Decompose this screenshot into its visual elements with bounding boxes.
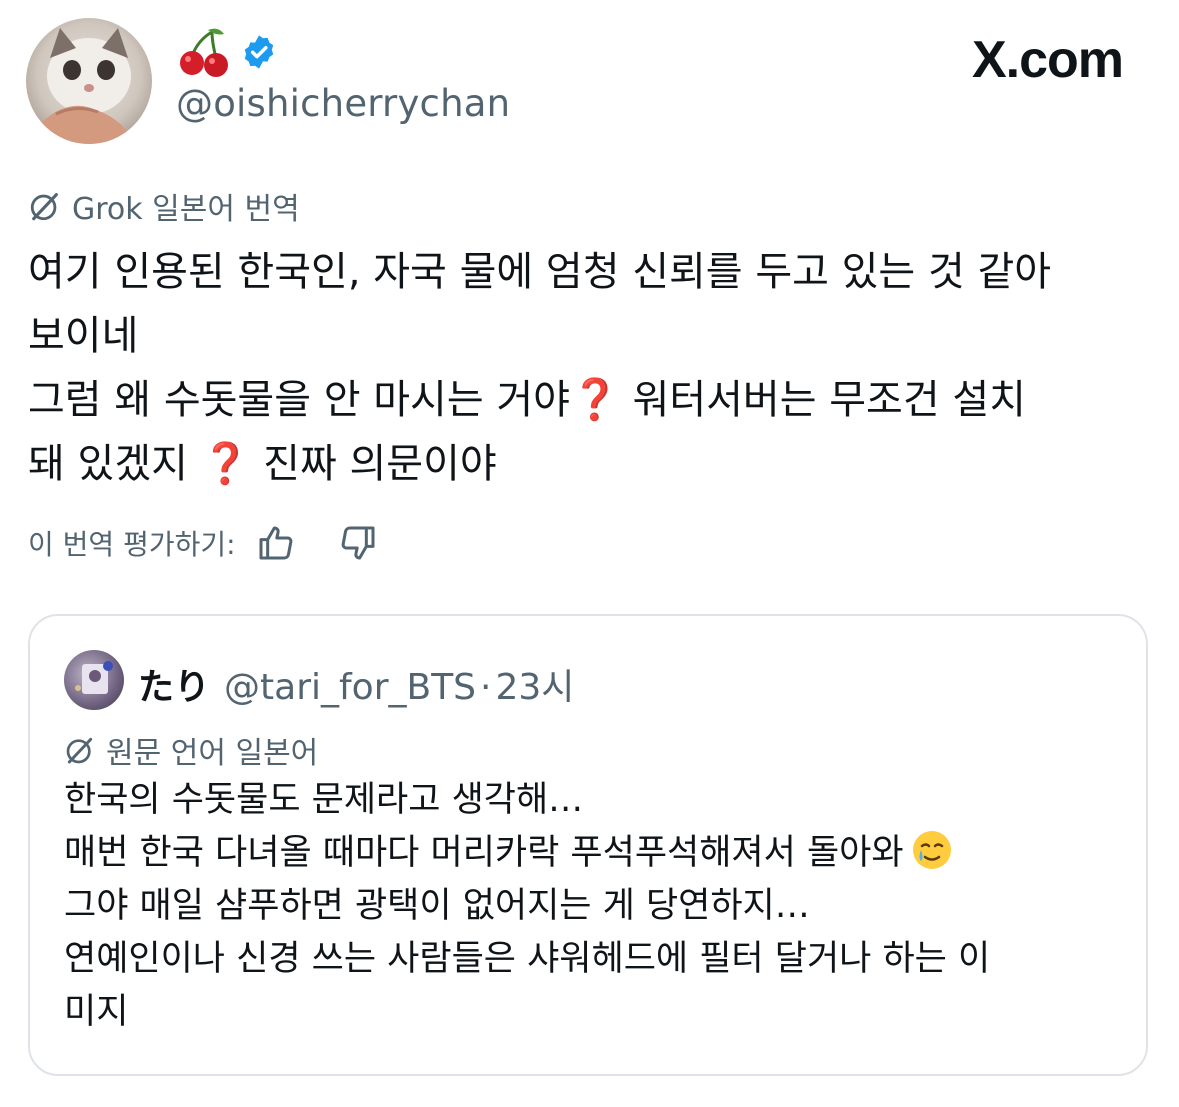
thumbs-up-icon[interactable]: [256, 523, 296, 563]
tweet-segment: 워터서버는 무조건 설치: [632, 377, 1026, 423]
grok-icon: [66, 737, 93, 764]
tweet-line: 보이네: [28, 313, 139, 359]
quoted-author-handle[interactable]: @tari_for_BTS: [224, 667, 476, 708]
quoted-tweet-time[interactable]: 23시: [496, 658, 575, 710]
tweet-segment: 그럼 왜 수돗물을 안 마시는 거야: [28, 377, 570, 423]
tweet-segment: 진짜 의문이야: [263, 441, 497, 487]
question-mark-emoji: ❓: [200, 441, 251, 487]
header-separator: ·: [480, 667, 492, 708]
tweet-text: 여기 인용된 한국인, 자국 물에 엄청 신뢰를 두고 있는 것 같아 보이네 …: [28, 240, 1153, 496]
original-language-banner: 원문 언어 일본어: [64, 728, 318, 772]
original-language-label: 원문 언어 일본어: [106, 736, 319, 771]
author-display-name[interactable]: [178, 26, 278, 78]
cat-photo: [36, 28, 136, 144]
quoted-line: 매번 한국 다녀올 때마다 머리카락 푸석푸석해져서 돌아와: [64, 827, 1124, 880]
cherry-emoji-icon: [180, 28, 228, 77]
quoted-line: 그야 매일 샴푸하면 광택이 없어지는 게 당연하지…: [64, 886, 810, 926]
grok-icon: [30, 193, 58, 221]
tweet-segment: 돼 있겠지: [28, 441, 188, 487]
quoted-segment: 매번 한국 다녀올 때마다 머리카락 푸석푸석해져서 돌아와: [64, 833, 904, 873]
quoted-tweet-text: 한국의 수돗물도 문제라고 생각해… 매번 한국 다녀올 때마다 머리카락 푸석…: [64, 774, 1124, 1039]
tweet-line: 여기 인용된 한국인, 자국 물에 엄청 신뢰를 두고 있는 것 같아: [28, 249, 1052, 295]
quoted-author-name[interactable]: たり: [138, 658, 210, 710]
author-handle[interactable]: @oishicherrychan: [176, 82, 510, 125]
verified-badge-icon: [244, 35, 274, 69]
quoted-tweet-card[interactable]: たり @tari_for_BTS · 23시 원문 언어 일본어 한국의 수돗물…: [28, 614, 1148, 1076]
tweet-line: 그럼 왜 수돗물을 안 마시는 거야❓ 워터서버는 무조건 설치: [28, 368, 1153, 432]
quoted-author-avatar[interactable]: [64, 650, 124, 710]
rate-translation-row: 이 번역 평가하기:: [28, 523, 378, 563]
brand-logo-text: X.com: [971, 31, 1124, 89]
translation-banner-label: Grok 일본어 번역: [72, 192, 300, 227]
rate-translation-label: 이 번역 평가하기:: [28, 528, 236, 561]
crying-smile-emoji-icon: [912, 831, 951, 869]
avatar-image: [75, 661, 113, 694]
translation-banner: Grok 일본어 번역: [28, 184, 300, 228]
quoted-line: 미지: [64, 992, 129, 1032]
tweet-line: 돼 있겠지 ❓ 진짜 의문이야: [28, 432, 1153, 496]
thumbs-down-icon[interactable]: [338, 523, 378, 563]
question-mark-emoji: ❓: [569, 377, 620, 423]
author-avatar[interactable]: [26, 18, 152, 144]
quoted-tweet-header: たり @tari_for_BTS · 23시: [138, 658, 574, 710]
quoted-line: 한국의 수돗물도 문제라고 생각해…: [64, 780, 584, 820]
quoted-line: 연예인이나 신경 쓰는 사람들은 샤워헤드에 필터 달거나 하는 이: [64, 939, 991, 979]
